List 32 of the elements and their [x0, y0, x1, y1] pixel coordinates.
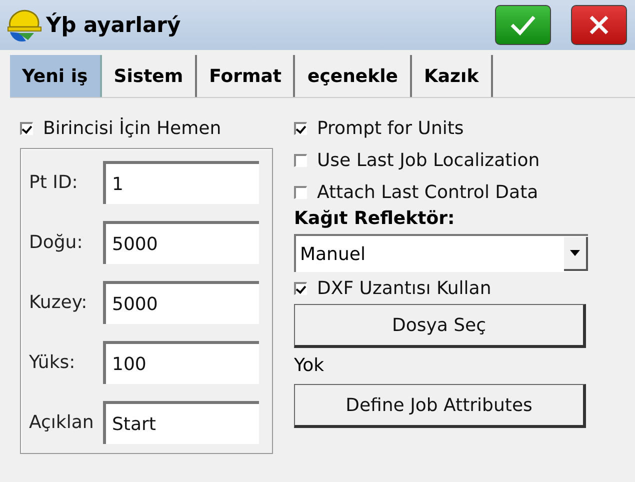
- tab[interactable]: Yeni iş: [10, 55, 102, 97]
- window-title: Ýþ ayarlarý: [46, 13, 181, 37]
- checkbox[interactable]: [294, 282, 307, 294]
- reflector-dropdown[interactable]: Manuel: [294, 234, 588, 272]
- field-label: Yüks:: [29, 352, 76, 373]
- checkbox[interactable]: [294, 186, 307, 198]
- input-field[interactable]: 5000: [103, 221, 259, 264]
- field-label: Doğu:: [29, 232, 84, 253]
- input-field[interactable]: 1: [103, 161, 259, 204]
- field-label: Pt ID:: [29, 172, 79, 193]
- checkbox-label: Prompt for Units: [317, 118, 464, 138]
- close-button[interactable]: [571, 5, 627, 45]
- input-field[interactable]: 100: [103, 341, 259, 384]
- input-field[interactable]: 5000: [103, 281, 259, 324]
- checkbox[interactable]: [294, 122, 307, 134]
- checkbox[interactable]: [294, 154, 307, 166]
- checkbox[interactable]: [20, 122, 33, 134]
- define-attributes-button[interactable]: Define Job Attributes: [294, 384, 586, 428]
- checkbox-label: Use Last Job Localization: [317, 150, 540, 170]
- field-label: Kuzey:: [29, 292, 88, 313]
- checkmark-icon: [508, 13, 538, 37]
- input-field[interactable]: Start: [103, 401, 259, 444]
- checkbox-label: DXF Uzantısı Kullan: [317, 278, 492, 298]
- dropdown-arrow-icon: [570, 250, 580, 256]
- ok-button[interactable]: [495, 5, 551, 45]
- close-icon: [587, 13, 611, 37]
- checkbox-label: Birincisi İçin Hemen: [43, 118, 222, 138]
- reflector-label: Kağıt Reflektör:: [294, 208, 456, 231]
- checkbox-label: Attach Last Control Data: [317, 182, 538, 202]
- file-name: Yok: [294, 354, 326, 376]
- field-label: Açıklan: [29, 412, 95, 433]
- choose-file-button[interactable]: Dosya Seç: [294, 304, 586, 348]
